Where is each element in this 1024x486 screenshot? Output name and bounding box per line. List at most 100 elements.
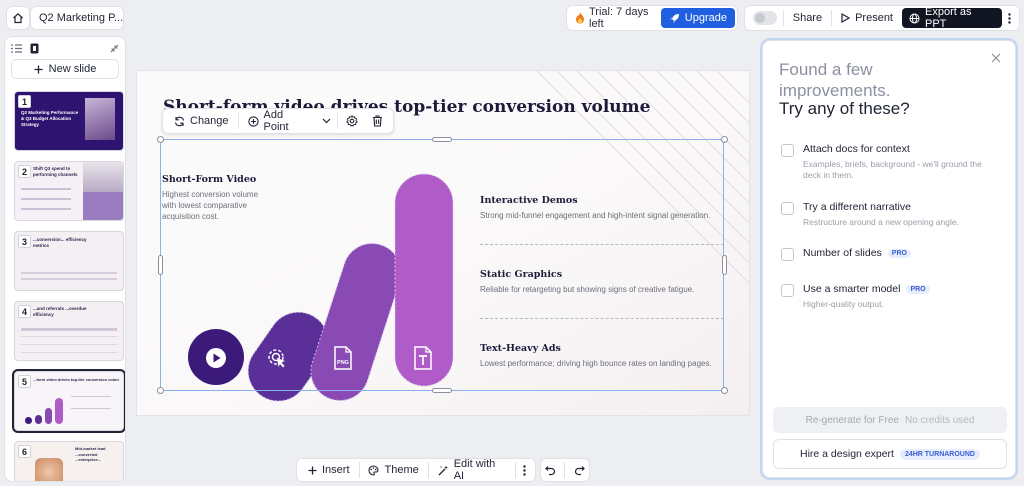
thumb-line bbox=[21, 344, 117, 345]
resize-handle[interactable] bbox=[157, 387, 164, 394]
bottom-toolbar: Insert Theme Edit with AI bbox=[296, 458, 536, 482]
present-label: Present bbox=[855, 12, 893, 24]
option-title: Try a different narrative bbox=[803, 201, 911, 213]
slide-number: 4 bbox=[18, 305, 31, 318]
regenerate-button[interactable]: Re-generate for Free No credits used bbox=[773, 407, 1007, 433]
settings-button[interactable] bbox=[340, 111, 364, 131]
globe-icon bbox=[909, 13, 920, 24]
trash-icon bbox=[372, 115, 383, 127]
option-smarter-model[interactable]: Use a smarter model PRO Higher-quality o… bbox=[781, 283, 1001, 310]
slide-thumb-6[interactable]: 6 Mid-market lead ...converted ...enterp… bbox=[14, 441, 124, 481]
option-number-of-slides[interactable]: Number of slides PRO bbox=[781, 247, 1001, 261]
more-menu-button[interactable] bbox=[1004, 8, 1015, 28]
thumb-line bbox=[21, 272, 117, 274]
insert-button[interactable]: Insert bbox=[301, 460, 357, 480]
option-attach-docs[interactable]: Attach docs for context Examples, briefs… bbox=[781, 143, 1001, 181]
resize-handle[interactable] bbox=[721, 136, 728, 143]
plus-icon bbox=[34, 65, 43, 74]
redo-icon[interactable] bbox=[574, 465, 585, 476]
edit-with-ai-label: Edit with AI bbox=[453, 458, 496, 482]
slide-thumb-4[interactable]: 4 ...and referrals ...overdue efficiency bbox=[14, 301, 124, 361]
pro-badge: PRO bbox=[887, 248, 911, 258]
trial-group: Trial: 7 days left Upgrade bbox=[566, 5, 738, 31]
option-title: Number of slides bbox=[803, 247, 882, 259]
suggestions-panel: Found a few improvements. Try any of the… bbox=[762, 40, 1016, 478]
gear-icon bbox=[346, 115, 358, 127]
slide-number: 1 bbox=[18, 95, 31, 108]
document-title[interactable]: Q2 Marketing P... bbox=[30, 6, 124, 30]
slide-thumb-5[interactable]: 5 ...form video drives top-tier conversi… bbox=[12, 369, 125, 433]
magic-wand-icon bbox=[438, 465, 449, 476]
bottom-more-button[interactable] bbox=[518, 460, 531, 480]
add-point-dropdown[interactable] bbox=[318, 111, 335, 131]
thumb-photo bbox=[85, 98, 115, 140]
thumb-photo bbox=[83, 162, 123, 192]
resize-handle-left[interactable] bbox=[158, 255, 163, 275]
regenerate-label: Re-generate for Free bbox=[805, 414, 899, 426]
resize-handle-bottom[interactable] bbox=[432, 388, 452, 393]
slide-thumb-3[interactable]: 3 ...conversion... efficiency metrics bbox=[14, 231, 124, 291]
list-view-icon[interactable] bbox=[11, 43, 22, 53]
thumb-line bbox=[21, 336, 117, 337]
upgrade-button[interactable]: Upgrade bbox=[660, 8, 735, 28]
thumb-line bbox=[21, 198, 71, 200]
add-point-button[interactable]: Add Point bbox=[241, 109, 317, 133]
delete-button[interactable] bbox=[366, 111, 389, 131]
thumb-photo bbox=[35, 458, 63, 481]
resize-handle-right[interactable] bbox=[722, 255, 727, 275]
option-title: Attach docs for context bbox=[803, 143, 910, 155]
change-label: Change bbox=[190, 115, 229, 127]
trial-text: Trial: 7 days left bbox=[589, 6, 649, 30]
panel-heading-muted: Found a few improvements. bbox=[779, 60, 891, 100]
hire-design-expert-button[interactable]: Hire a design expert 24HR TURNAROUND bbox=[773, 439, 1007, 469]
option-title: Use a smarter model bbox=[803, 283, 901, 295]
home-button[interactable] bbox=[6, 6, 30, 30]
checkbox[interactable] bbox=[781, 248, 794, 261]
hire-label: Hire a design expert bbox=[800, 448, 894, 460]
change-layout-button[interactable]: Change bbox=[167, 111, 236, 131]
thumb-pill bbox=[55, 398, 63, 424]
new-slide-button[interactable]: New slide bbox=[11, 59, 119, 79]
divider bbox=[337, 113, 338, 129]
thumb-line bbox=[71, 408, 111, 409]
present-button[interactable]: Present bbox=[834, 8, 900, 28]
collab-toggle[interactable] bbox=[753, 11, 777, 25]
slide-thumb-2[interactable]: 2 Shift Q3 spend to performing channels bbox=[14, 161, 124, 221]
pro-badge: PRO bbox=[906, 284, 930, 294]
share-button[interactable]: Share bbox=[786, 8, 829, 28]
thumb-line bbox=[21, 208, 71, 210]
theme-button[interactable]: Theme bbox=[361, 460, 425, 480]
collapse-icon[interactable] bbox=[110, 44, 119, 53]
selection-box[interactable] bbox=[160, 139, 724, 391]
checkbox[interactable] bbox=[781, 284, 794, 297]
resize-handle[interactable] bbox=[157, 136, 164, 143]
resize-handle[interactable] bbox=[721, 387, 728, 394]
trial-status: Trial: 7 days left bbox=[569, 6, 659, 30]
resize-handle-top[interactable] bbox=[432, 137, 452, 142]
thumb-line bbox=[21, 188, 71, 190]
undo-icon[interactable] bbox=[545, 465, 556, 476]
right-toolbar: Share Present Export as PPT bbox=[744, 5, 1020, 31]
thumb-title: ...form video drives top-tier conversion… bbox=[33, 377, 119, 382]
turnaround-badge: 24HR TURNAROUND bbox=[899, 448, 980, 460]
add-point-label: Add Point bbox=[263, 109, 289, 133]
option-subtitle: Higher-quality output. bbox=[803, 299, 884, 309]
close-icon[interactable] bbox=[991, 53, 1001, 63]
checkbox[interactable] bbox=[781, 144, 794, 157]
option-different-narrative[interactable]: Try a different narrative Restructure ar… bbox=[781, 201, 1001, 228]
thumb-title: Shift Q3 spend to performing channels bbox=[33, 166, 78, 177]
export-ppt-button[interactable]: Export as PPT bbox=[902, 6, 1002, 30]
divider bbox=[237, 113, 239, 129]
fire-icon bbox=[575, 12, 585, 24]
edit-with-ai-button[interactable]: Edit with AI bbox=[431, 458, 513, 482]
grid-view-icon[interactable] bbox=[30, 43, 39, 54]
plus-icon bbox=[308, 466, 317, 475]
divider bbox=[564, 462, 566, 478]
slides-sidebar: New slide 1 Q2 Marketing Performance & Q… bbox=[4, 36, 126, 482]
checkbox[interactable] bbox=[781, 202, 794, 215]
slide-number: 6 bbox=[18, 445, 31, 458]
slide-number: 2 bbox=[18, 165, 31, 178]
divider bbox=[831, 10, 833, 26]
slide-thumb-1[interactable]: 1 Q2 Marketing Performance & Q3 Budget A… bbox=[14, 91, 124, 151]
plus-circle-icon bbox=[247, 115, 259, 127]
